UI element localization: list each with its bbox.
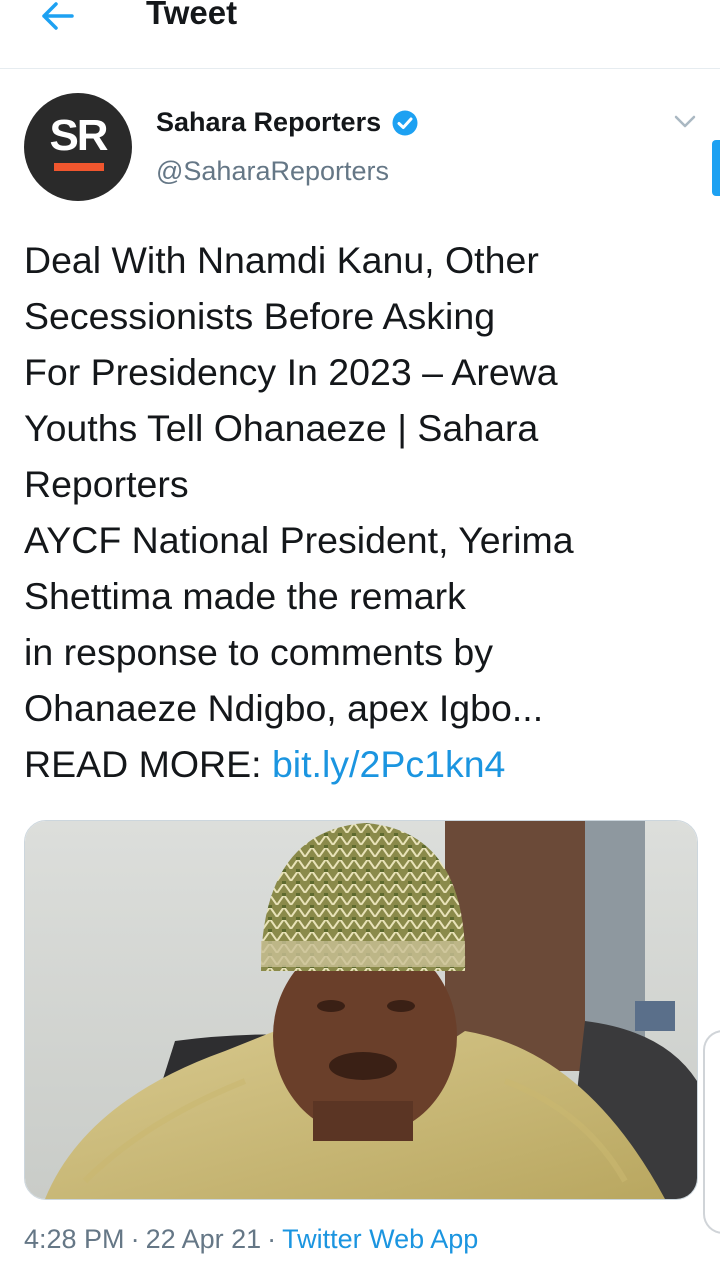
read-more-label: READ MORE: xyxy=(24,743,272,785)
tweet-link[interactable]: bit.ly/2Pc1kn4 xyxy=(272,743,505,785)
tweet-line: For Presidency In 2023 – Arewa xyxy=(24,351,558,393)
tweet-line: Youths Tell Ohanaeze | Sahara xyxy=(24,407,539,449)
tweet-source[interactable]: Twitter Web App xyxy=(282,1224,478,1254)
tweet-photo[interactable] xyxy=(24,820,698,1200)
separator-dot: · xyxy=(130,1224,140,1254)
avatar[interactable]: SR xyxy=(24,93,132,201)
tweet-line: AYCF National President, Yerima xyxy=(24,519,574,561)
tweet-line: Secessionists Before Asking xyxy=(24,295,496,337)
tweet-text: Deal With Nnamdi Kanu, Other Secessionis… xyxy=(24,232,694,792)
read-more-line: READ MORE: bit.ly/2Pc1kn4 xyxy=(24,736,694,792)
tweet-line: Shettima made the remark xyxy=(24,575,466,617)
tweet-line: in response to comments by xyxy=(24,631,493,673)
side-edge-handle[interactable] xyxy=(703,1030,720,1234)
page-title: Tweet xyxy=(146,0,238,31)
verified-badge-icon xyxy=(392,110,418,135)
tweet-time: 4:28 PM xyxy=(24,1224,125,1254)
separator-dot: · xyxy=(267,1224,277,1254)
author-handle[interactable]: @SaharaReporters xyxy=(156,156,389,187)
tweet-meta: 4:28 PM · 22 Apr 21 · Twitter Web App xyxy=(24,1224,478,1255)
arrow-left-icon[interactable] xyxy=(36,0,76,32)
photo-illustration xyxy=(25,821,697,1199)
tweet-date: 22 Apr 21 xyxy=(145,1224,262,1254)
scroll-indicator xyxy=(712,140,720,196)
tweet-line: Deal With Nnamdi Kanu, Other xyxy=(24,239,539,281)
avatar-logo-text: SR xyxy=(49,111,108,160)
author-name-row[interactable]: Sahara Reporters xyxy=(156,107,419,138)
top-bar: Tweet xyxy=(0,0,720,69)
author-name[interactable]: Sahara Reporters xyxy=(156,107,381,138)
tweet-line: Reporters xyxy=(24,463,189,505)
avatar-logo-bar xyxy=(54,163,104,171)
chevron-down-icon[interactable] xyxy=(673,112,697,132)
tweet-line: Ohanaeze Ndigbo, apex Igbo... xyxy=(24,687,544,729)
